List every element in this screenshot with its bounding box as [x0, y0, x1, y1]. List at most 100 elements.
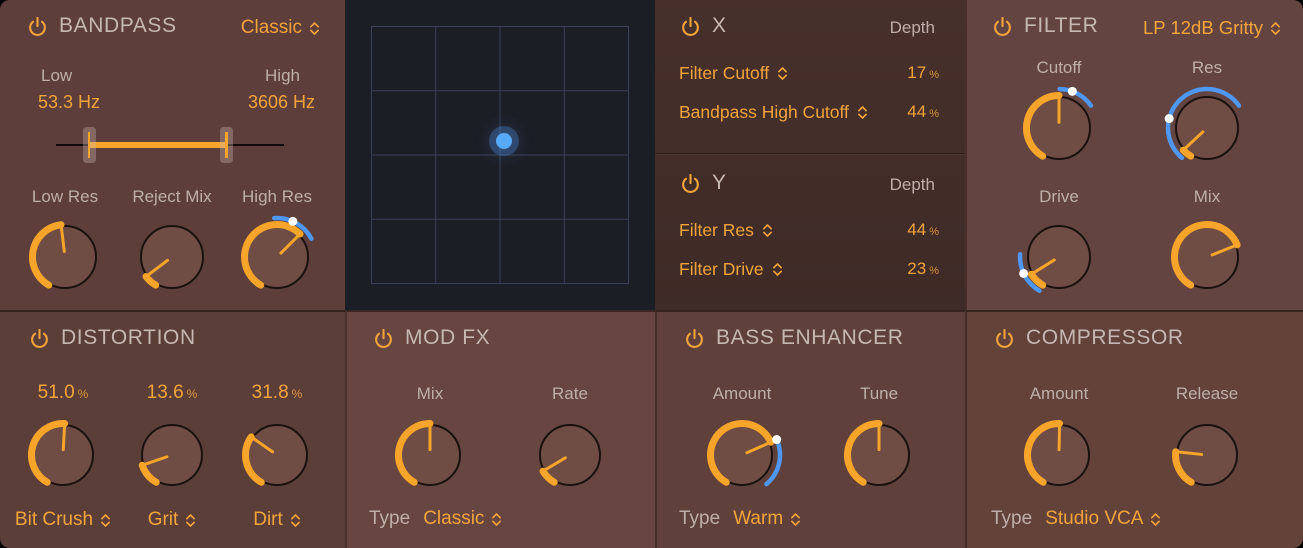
- bass-tune-knob[interactable]: [824, 400, 934, 510]
- dropdown-chevron-icon: [290, 513, 301, 528]
- bandpass-high-value[interactable]: 3606 Hz: [248, 92, 315, 113]
- x-target-2-value: Bandpass High Cutoff: [679, 102, 849, 123]
- bandpass-high-label: High: [265, 66, 300, 86]
- distortion-type-3-value: Dirt: [253, 509, 283, 531]
- filter-type-dropdown[interactable]: LP 12dB Gritty: [1143, 17, 1281, 39]
- distortion-power-button[interactable]: [28, 327, 50, 349]
- xy-pad-section: [345, 0, 655, 310]
- compressor-release-knob[interactable]: [1152, 400, 1262, 510]
- slider-low-handle[interactable]: [83, 127, 96, 163]
- distortion-type-2-dropdown[interactable]: Grit: [148, 509, 197, 531]
- y-target-1-dropdown[interactable]: Filter Res: [679, 220, 773, 241]
- filter-type-value: LP 12dB Gritty: [1143, 17, 1263, 39]
- x-mod-title: X: [712, 14, 727, 38]
- y-depth-1-value[interactable]: 44%: [907, 220, 939, 240]
- percent-sign: %: [929, 226, 939, 238]
- x-mod-power-button[interactable]: [679, 15, 701, 37]
- percent-sign: %: [929, 69, 939, 81]
- distortion-type-3-dropdown[interactable]: Dirt: [253, 509, 301, 531]
- bandpass-low-value[interactable]: 53.3 Hz: [38, 92, 100, 113]
- dropdown-chevron-icon: [777, 66, 788, 81]
- dropdown-chevron-icon: [857, 105, 868, 120]
- bandpass-title: BANDPASS: [59, 14, 177, 38]
- y-target-2-value: Filter Drive: [679, 259, 764, 280]
- filter-title: FILTER: [1024, 14, 1098, 38]
- bass-type-dropdown[interactable]: Warm: [733, 508, 801, 530]
- modfx-type-value: Classic: [423, 508, 484, 530]
- compressor-type-value: Studio VCA: [1045, 508, 1143, 530]
- compressor-section: COMPRESSOR Amount Release Type Studio VC…: [965, 310, 1303, 548]
- power-icon: [680, 16, 701, 37]
- bass-type-value: Warm: [733, 508, 783, 530]
- xy-pad-grid: [371, 26, 629, 284]
- multi-fx-plugin-window: BANDPASS Classic Low 53.3 Hz High 3606 H…: [0, 0, 1303, 548]
- y-mod-title: Y: [712, 171, 727, 195]
- modfx-type-label: Type: [369, 508, 410, 530]
- filter-section: FILTER LP 12dB Gritty Cutoff Res Drive M…: [965, 0, 1303, 310]
- bandpass-mode-dropdown[interactable]: Classic: [241, 17, 320, 39]
- x-target-2-dropdown[interactable]: Bandpass High Cutoff: [679, 102, 868, 123]
- modfx-title: MOD FX: [405, 326, 490, 350]
- dropdown-chevron-icon: [1150, 512, 1161, 527]
- compressor-type-dropdown[interactable]: Studio VCA: [1045, 508, 1161, 530]
- power-icon: [680, 173, 701, 194]
- bass-type-label: Type: [679, 508, 720, 530]
- power-icon: [684, 328, 705, 349]
- dropdown-chevron-icon: [185, 513, 196, 528]
- compressor-power-button[interactable]: [993, 327, 1015, 349]
- y-target-2-dropdown[interactable]: Filter Drive: [679, 259, 783, 280]
- distortion-knob-1[interactable]: [8, 400, 118, 510]
- bass-power-button[interactable]: [683, 327, 705, 349]
- x-target-1-dropdown[interactable]: Filter Cutoff: [679, 63, 788, 84]
- dropdown-chevron-icon: [491, 512, 502, 527]
- filter-drive-knob[interactable]: [1004, 202, 1114, 310]
- x-depth-label: Depth: [890, 18, 935, 38]
- low-res-knob[interactable]: [10, 202, 120, 310]
- modfx-section: MOD FX Mix Rate Type Classic: [345, 310, 655, 548]
- power-icon: [27, 16, 48, 37]
- distortion-type-1-dropdown[interactable]: Bit Crush: [15, 509, 111, 531]
- modfx-power-button[interactable]: [372, 327, 394, 349]
- bass-enhancer-section: BASS ENHANCER Amount Tune Type Warm: [655, 310, 965, 548]
- modfx-mix-knob[interactable]: [375, 400, 485, 510]
- bandpass-section: BANDPASS Classic Low 53.3 Hz High 3606 H…: [0, 0, 345, 310]
- percent-sign: %: [929, 108, 939, 120]
- filter-cutoff-knob[interactable]: [1004, 73, 1114, 183]
- bandpass-range-slider[interactable]: [56, 126, 284, 164]
- percent-sign: %: [187, 387, 198, 401]
- slider-high-handle[interactable]: [220, 127, 233, 163]
- y-depth-2-value[interactable]: 23%: [907, 259, 939, 279]
- bandpass-power-button[interactable]: [26, 15, 48, 37]
- filter-mix-knob[interactable]: [1152, 202, 1262, 310]
- modfx-rate-knob[interactable]: [515, 400, 625, 510]
- filter-res-knob[interactable]: [1152, 73, 1262, 183]
- distortion-title: DISTORTION: [61, 326, 196, 350]
- bandpass-low-label: Low: [41, 66, 72, 86]
- x-depth-1-value[interactable]: 17%: [907, 63, 939, 83]
- dropdown-chevron-icon: [790, 512, 801, 527]
- power-icon: [373, 328, 394, 349]
- percent-sign: %: [292, 387, 303, 401]
- x-depth-2-value[interactable]: 44%: [907, 102, 939, 122]
- filter-power-button[interactable]: [991, 15, 1013, 37]
- modfx-type-dropdown[interactable]: Classic: [423, 508, 502, 530]
- dropdown-chevron-icon: [772, 262, 783, 277]
- dropdown-chevron-icon: [1270, 21, 1281, 36]
- xy-pad[interactable]: [371, 26, 629, 284]
- bass-amount-knob[interactable]: [687, 400, 797, 510]
- distortion-knob-2[interactable]: [117, 400, 227, 510]
- y-depth-label: Depth: [890, 175, 935, 195]
- bandpass-mode-value: Classic: [241, 17, 302, 39]
- reject-mix-knob[interactable]: [117, 202, 227, 310]
- dropdown-chevron-icon: [309, 21, 320, 36]
- compressor-type-label: Type: [991, 508, 1032, 530]
- percent-sign: %: [78, 387, 89, 401]
- compressor-amount-knob[interactable]: [1004, 400, 1114, 510]
- high-res-knob[interactable]: [222, 202, 332, 310]
- slider-active-range[interactable]: [89, 142, 226, 148]
- y-mod-power-button[interactable]: [679, 172, 701, 194]
- distortion-type-1-value: Bit Crush: [15, 509, 93, 531]
- distortion-section: DISTORTION 51.0% 13.6% 31.8% Bit Crush G…: [0, 310, 345, 548]
- bass-title: BASS ENHANCER: [716, 326, 904, 350]
- distortion-knob-3[interactable]: [222, 400, 332, 510]
